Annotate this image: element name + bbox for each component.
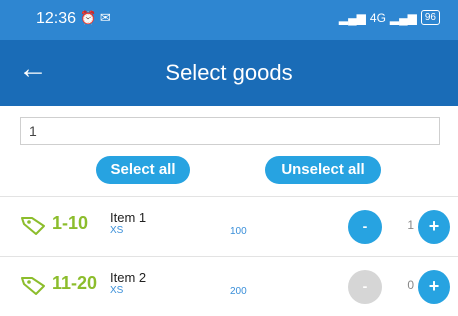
tag-icon bbox=[21, 277, 45, 295]
alarm-icon: ⏰ bbox=[80, 10, 97, 25]
divider bbox=[0, 256, 458, 257]
status-right: ▂▄▆ 4G ▂▄▆ 96 bbox=[339, 10, 440, 25]
increment-button[interactable]: + bbox=[418, 270, 450, 304]
signal-icon-2: ▂▄▆ bbox=[389, 10, 417, 25]
page-title: Select goods bbox=[165, 60, 293, 85]
battery-icon: 96 bbox=[420, 10, 440, 25]
unselect-all-button[interactable]: Unselect all bbox=[265, 156, 381, 184]
item-number: 200 bbox=[230, 286, 247, 297]
app-bar: ← Select goods bbox=[0, 40, 458, 106]
item-size: XS bbox=[110, 225, 124, 236]
item-range: 11-20 bbox=[52, 273, 98, 293]
decrement-button[interactable]: - bbox=[348, 210, 382, 244]
item-name: Item 2 bbox=[110, 270, 147, 285]
status-bar: 12:36 ⏰ ✉ ▂▄▆ 4G ▂▄▆ 96 bbox=[0, 0, 458, 40]
network-type: 4G bbox=[369, 10, 386, 25]
item-quantity: 0 bbox=[407, 278, 414, 292]
tag-icon bbox=[21, 217, 45, 235]
item-number: 100 bbox=[230, 226, 247, 237]
status-notification-icons: ⏰ ✉ bbox=[80, 10, 111, 26]
decrement-button[interactable]: - bbox=[348, 270, 382, 304]
list-item[interactable]: 1-10 Item 1 XS 100 - 1 + bbox=[0, 198, 458, 256]
mail-icon: ✉ bbox=[99, 10, 111, 25]
status-time: 12:36 bbox=[36, 10, 77, 27]
item-range: 1-10 bbox=[52, 213, 89, 233]
item-quantity: 1 bbox=[407, 218, 414, 232]
list-item[interactable]: 11-20 Item 2 XS 200 - 0 + bbox=[0, 258, 458, 316]
divider bbox=[0, 196, 458, 197]
search-input[interactable]: 1 bbox=[20, 117, 440, 145]
item-size: XS bbox=[110, 285, 124, 296]
increment-button[interactable]: + bbox=[418, 210, 450, 244]
signal-icon: ▂▄▆ bbox=[338, 10, 366, 25]
select-all-button[interactable]: Select all bbox=[96, 156, 190, 184]
item-name: Item 1 bbox=[110, 210, 147, 225]
